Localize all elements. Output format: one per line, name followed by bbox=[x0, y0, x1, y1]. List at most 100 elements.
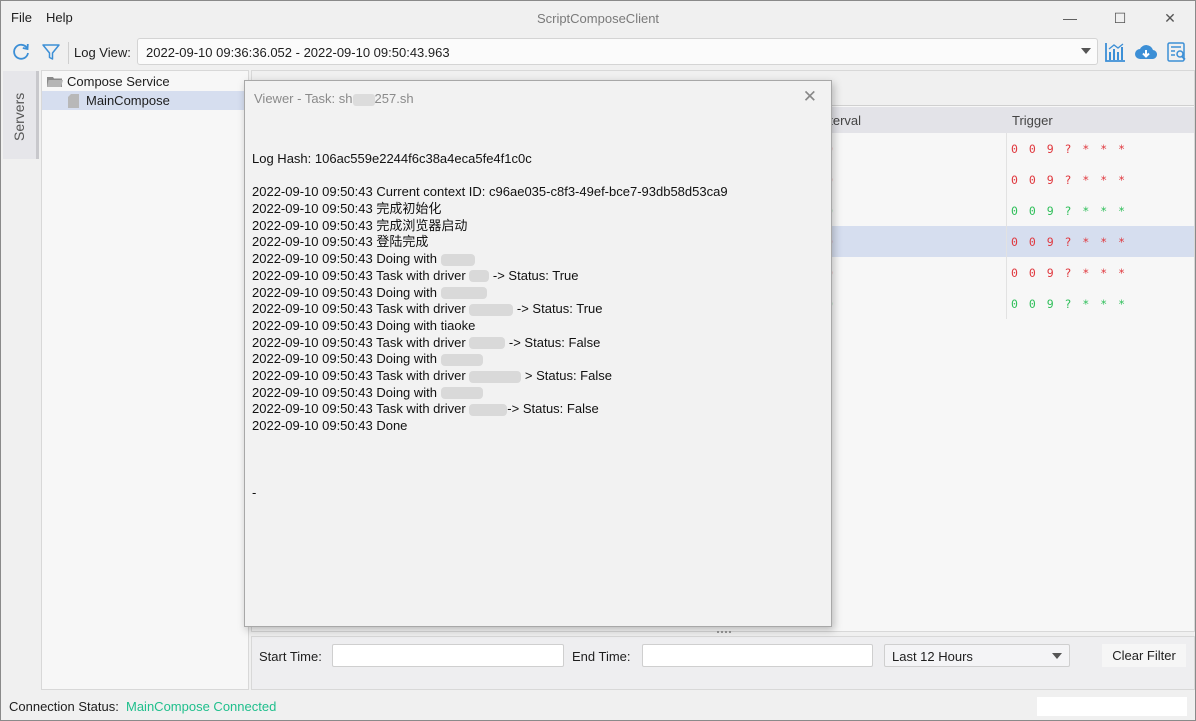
log-line-status: -> Status: True bbox=[513, 301, 603, 317]
log-line-text: 2022-09-10 09:50:43 Doing with tiaoke bbox=[252, 317, 476, 333]
column-header-trigger[interactable]: Trigger bbox=[1012, 113, 1053, 128]
filter-icon bbox=[42, 44, 60, 60]
redacted-mask bbox=[440, 287, 487, 300]
search-document-icon bbox=[1167, 42, 1186, 62]
connection-status-label: Connection Status: bbox=[9, 699, 119, 714]
log-trailing: - bbox=[252, 484, 257, 500]
log-line: 2022-09-10 09:50:43 Doing with bbox=[252, 351, 728, 368]
toolbar: Log View: 2022-09-10 09:36:36.052 - 2022… bbox=[1, 37, 1195, 67]
log-line: 2022-09-10 09:50:43 Current context ID: … bbox=[252, 184, 728, 201]
window-title: ScriptComposeClient bbox=[536, 11, 660, 26]
servers-tab-label: Servers bbox=[11, 92, 27, 141]
servers-tab[interactable]: Servers bbox=[3, 71, 39, 159]
log-line-text: 2022-09-10 09:50:43 Task with driver bbox=[252, 367, 470, 383]
redacted-mask bbox=[440, 353, 483, 366]
connection-status-value: MainCompose Connected bbox=[126, 699, 277, 714]
log-line-status: -> Status: False bbox=[505, 334, 601, 350]
log-line-text: 2022-09-10 09:50:43 Task with driver bbox=[252, 301, 470, 317]
log-line-status: -> Status: False bbox=[507, 401, 599, 417]
log-line: 2022-09-10 09:50:43 Task with driver > S… bbox=[252, 368, 728, 385]
log-line: 2022-09-10 09:50:43 Task with driver -> … bbox=[252, 301, 728, 318]
log-line: 2022-09-10 09:50:43 Task with driver -> … bbox=[252, 268, 728, 285]
filter-button[interactable] bbox=[39, 40, 63, 64]
maximize-icon: ☐ bbox=[1113, 9, 1127, 26]
log-line-text: 2022-09-10 09:50:43 Current context ID: … bbox=[252, 184, 728, 200]
log-line-text: 2022-09-10 09:50:43 Doing with bbox=[252, 284, 441, 300]
minimize-button[interactable]: — bbox=[1045, 1, 1095, 35]
redacted-mask bbox=[469, 403, 508, 416]
app-window: File Help ScriptComposeClient — ☐ ✕ Log … bbox=[0, 0, 1196, 721]
server-tree: Compose Service MainCompose bbox=[41, 70, 249, 690]
dialog-close-button[interactable]: ✕ bbox=[803, 87, 817, 107]
log-view-select[interactable]: 2022-09-10 09:36:36.052 - 2022-09-10 09:… bbox=[137, 38, 1098, 65]
refresh-icon bbox=[13, 43, 29, 60]
trigger-cell: 0 0 9 ? * * * bbox=[1011, 266, 1128, 280]
status-bar: Connection Status: MainCompose Connected bbox=[1, 691, 1195, 721]
tree-item-compose-service[interactable]: Compose Service bbox=[42, 72, 248, 91]
redacted-mask bbox=[440, 253, 475, 266]
log-line: 2022-09-10 09:50:43 Task with driver -> … bbox=[252, 401, 728, 418]
toolbar-separator bbox=[68, 42, 69, 64]
maximize-button[interactable]: ☐ bbox=[1095, 1, 1145, 35]
redacted-mask bbox=[440, 387, 483, 400]
tree-item-label: Compose Service bbox=[67, 74, 170, 89]
chart-button[interactable] bbox=[1103, 40, 1127, 64]
redacted-mask bbox=[469, 337, 506, 350]
trigger-cell: 0 0 9 ? * * * bbox=[1011, 297, 1128, 311]
chart-icon bbox=[1105, 43, 1125, 62]
chevron-down-icon bbox=[1052, 653, 1062, 659]
splitter-handle[interactable] bbox=[251, 631, 1195, 635]
close-icon: ✕ bbox=[1164, 9, 1176, 26]
time-range-select[interactable]: Last 12 Hours bbox=[884, 644, 1070, 667]
clear-filter-button[interactable]: Clear Filter bbox=[1102, 644, 1186, 667]
redacted-mask bbox=[469, 370, 522, 383]
dialog-title-prefix: Viewer - Task: sh bbox=[254, 91, 353, 106]
column-separator bbox=[1006, 133, 1007, 319]
redacted-mask bbox=[469, 270, 490, 283]
log-line-text: 2022-09-10 09:50:43 Done bbox=[252, 418, 408, 433]
trigger-cell: 0 0 9 ? * * * bbox=[1011, 142, 1128, 156]
log-viewer-dialog: Viewer - Task: sh 257.sh ✕ Log Hash: 106a… bbox=[244, 80, 832, 627]
status-progress-box bbox=[1037, 697, 1187, 716]
redacted-mask bbox=[352, 93, 375, 106]
title-bar: File Help ScriptComposeClient — ☐ ✕ bbox=[1, 1, 1195, 35]
start-time-label: Start Time: bbox=[259, 649, 322, 664]
download-button[interactable] bbox=[1134, 40, 1158, 64]
log-line: 2022-09-10 09:50:43 Task with driver -> … bbox=[252, 335, 728, 352]
tree-item-label: MainCompose bbox=[86, 93, 170, 108]
trigger-cell: 0 0 9 ? * * * bbox=[1011, 173, 1128, 187]
close-icon: ✕ bbox=[802, 87, 817, 106]
log-line-text: 2022-09-10 09:50:43 完成初始化 bbox=[252, 201, 442, 217]
filter-bar: Start Time: End Time: Last 12 Hours Clea… bbox=[251, 636, 1195, 690]
log-line-text: 2022-09-10 09:50:43 Task with driver bbox=[252, 334, 470, 350]
dialog-title: Viewer - Task: sh 257.sh bbox=[254, 91, 414, 106]
close-button[interactable]: ✕ bbox=[1145, 1, 1195, 35]
log-line: 2022-09-10 09:50:43 登陆完成 bbox=[252, 234, 728, 251]
dialog-title-suffix: 257.sh bbox=[374, 91, 414, 106]
folder-icon bbox=[47, 76, 63, 87]
redacted-mask bbox=[469, 303, 514, 316]
time-range-value: Last 12 Hours bbox=[892, 649, 973, 664]
log-line-text: 2022-09-10 09:50:43 Doing with bbox=[252, 384, 441, 400]
chevron-down-icon bbox=[1081, 48, 1091, 54]
refresh-button[interactable] bbox=[9, 40, 33, 64]
window-controls: — ☐ ✕ bbox=[1045, 1, 1195, 35]
log-line-text: 2022-09-10 09:50:43 Doing with bbox=[252, 351, 441, 367]
log-line-status: -> Status: True bbox=[489, 267, 579, 283]
tree-item-maincompose[interactable]: MainCompose bbox=[42, 91, 248, 110]
file-icon bbox=[68, 93, 79, 108]
log-line: 2022-09-10 09:50:43 Doing with tiaoke bbox=[252, 318, 728, 335]
minimize-icon: — bbox=[1063, 10, 1077, 26]
cloud-download-icon bbox=[1135, 45, 1158, 60]
log-line-text: 2022-09-10 09:50:43 完成浏览器启动 bbox=[252, 217, 468, 233]
log-line: 2022-09-10 09:50:43 Doing with bbox=[252, 285, 728, 302]
trigger-cell: 0 0 9 ? * * * bbox=[1011, 235, 1128, 249]
end-time-input[interactable] bbox=[642, 644, 873, 667]
start-time-input[interactable] bbox=[332, 644, 564, 667]
log-view-label: Log View: bbox=[74, 45, 131, 60]
log-search-button[interactable] bbox=[1165, 40, 1189, 64]
log-line-text: 2022-09-10 09:50:43 登陆完成 bbox=[252, 234, 429, 250]
splitter-grip bbox=[717, 631, 731, 634]
log-view-value: 2022-09-10 09:36:36.052 - 2022-09-10 09:… bbox=[146, 45, 450, 60]
log-line: 2022-09-10 09:50:43 Done bbox=[252, 418, 728, 435]
